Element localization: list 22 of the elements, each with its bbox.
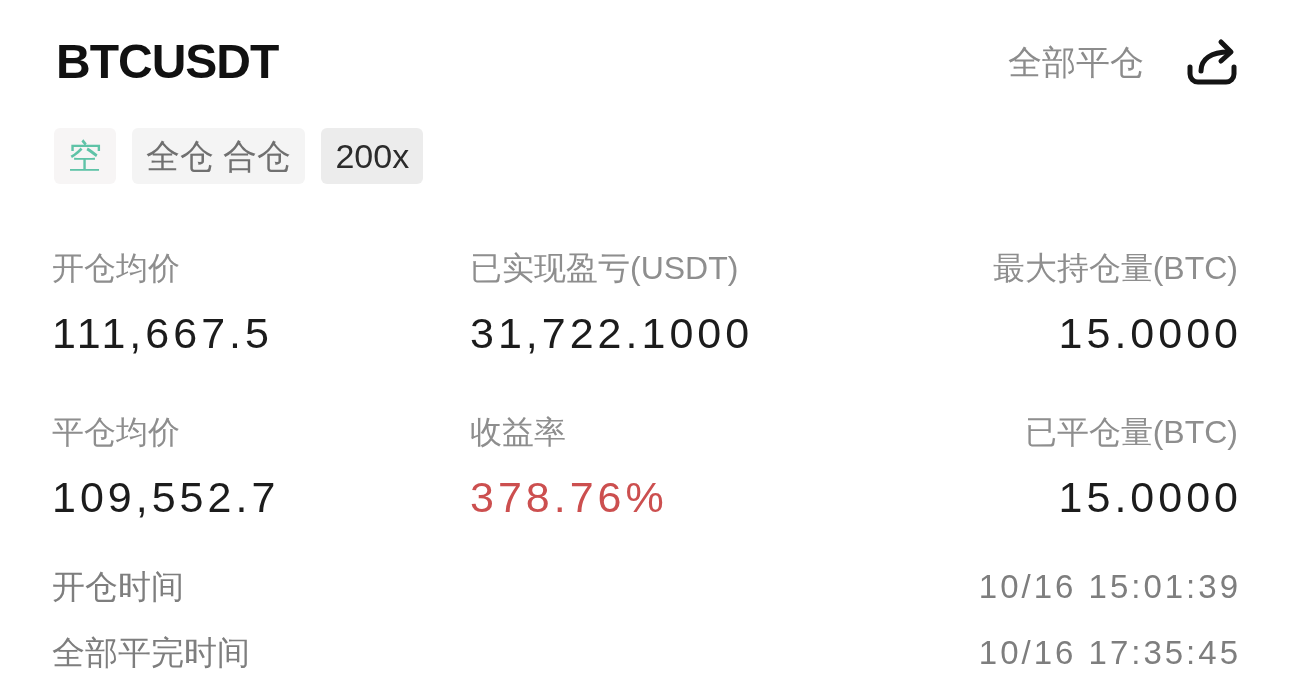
stat-label: 已实现盈亏(USDT) [470,249,739,288]
stat-value: 31,722.1000 [470,308,754,359]
stat-value: 15.0000 [1058,472,1242,523]
stat-label: 收益率 [470,413,566,452]
close-all-button[interactable]: 全部平仓 [1008,40,1144,84]
stat-label: 最大持仓量(BTC) [992,249,1238,288]
time-value: 10/16 17:35:45 [978,633,1241,673]
stat-value: 15.0000 [1058,308,1242,359]
margin-mode-tag: 全仓 合仓 [132,128,306,184]
time-value: 10/16 15:01:39 [978,567,1241,607]
leverage-tag: 200x [321,128,424,184]
stat-label: 开仓均价 [52,249,180,288]
time-label: 全部平完时间 [52,633,250,673]
stat-value: 111,667.5 [52,308,273,359]
stat-value: 378.76% [470,472,668,523]
position-side-tag: 空 [54,128,116,184]
time-label: 开仓时间 [52,567,184,607]
stat-value: 109,552.7 [52,472,280,523]
symbol-title: BTCUSDT [56,34,279,90]
stat-label: 已平仓量(BTC) [1024,413,1238,452]
share-icon[interactable] [1186,38,1238,86]
stat-label: 平仓均价 [52,413,180,452]
